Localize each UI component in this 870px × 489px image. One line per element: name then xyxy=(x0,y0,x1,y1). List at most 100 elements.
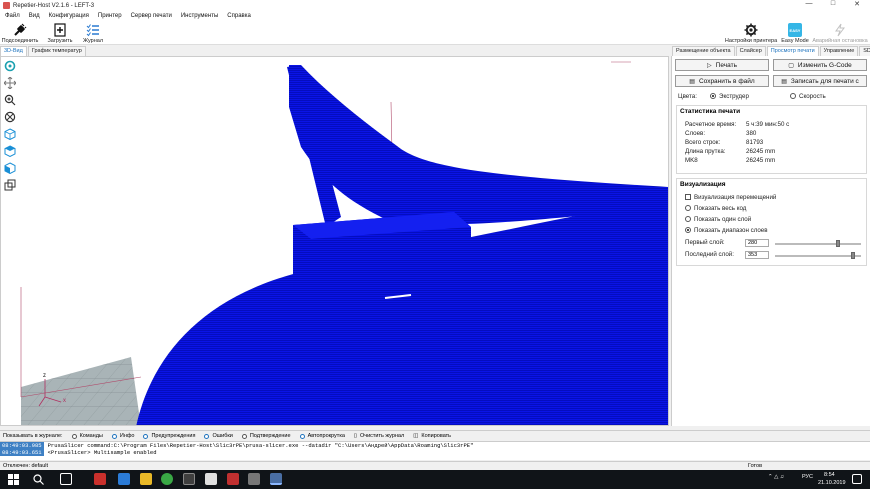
app-icon-5[interactable] xyxy=(248,473,260,485)
checkbox-icon xyxy=(685,194,691,200)
3d-scene[interactable]: z x xyxy=(1,57,669,426)
viz-title: Визуализация xyxy=(680,181,726,188)
first-layer-slider[interactable] xyxy=(775,240,861,247)
chrome-icon[interactable] xyxy=(161,473,173,485)
clear-log-button[interactable]: ▯ Очистить журнал xyxy=(354,433,404,439)
tab-sd-card[interactable]: SD-карта xyxy=(859,46,870,56)
zoom-icon[interactable] xyxy=(3,93,17,107)
windows-start-icon[interactable] xyxy=(8,474,19,485)
color-speed-radio[interactable]: Скорость xyxy=(790,93,826,100)
stats-extruder-value: 26245 mm xyxy=(746,157,776,164)
tab-3d-view[interactable]: 3D-Вид xyxy=(0,46,27,56)
menu-help[interactable]: Справка xyxy=(227,13,251,19)
tab-print-preview[interactable]: Просмотр печати xyxy=(766,46,819,56)
save-sd-button[interactable]: ▤ Записать для печати с xyxy=(773,75,867,87)
taskbar: ⌃ △ ♫ РУС 8:54 21.10.2019 xyxy=(0,470,870,489)
stats-lines-label: Всего строк: xyxy=(685,139,721,146)
stats-layers-label: Слоев: xyxy=(685,130,706,137)
first-layer-input[interactable]: 280 xyxy=(745,239,769,247)
first-layer-slider-thumb[interactable] xyxy=(835,240,840,247)
folder-icon[interactable] xyxy=(140,473,152,485)
log-warnings-toggle[interactable]: Предупреждения xyxy=(143,433,195,439)
log-info-toggle[interactable]: Инфо xyxy=(111,433,134,439)
search-icon[interactable] xyxy=(33,474,44,485)
clock-date[interactable]: 21.10.2019 xyxy=(818,480,846,486)
save-sd-label: Записать для печати с xyxy=(790,77,859,85)
title-bar: Repetier-Host V2.1.6 - LEFT-3 — □ ✕ xyxy=(0,0,870,11)
menu-printer[interactable]: Принтер xyxy=(98,13,122,19)
app-icon-3[interactable] xyxy=(205,473,217,485)
top-view-icon[interactable] xyxy=(3,144,17,158)
tab-object-placement[interactable]: Размещение объекта xyxy=(672,46,735,56)
app-icon-4[interactable] xyxy=(227,473,239,485)
maximize-icon[interactable]: □ xyxy=(822,0,844,7)
parallel-view-icon[interactable] xyxy=(3,178,17,192)
viz-one-label: Показать один слой xyxy=(694,216,752,223)
easy-mode-icon: EASY xyxy=(788,23,802,37)
edit-gcode-button[interactable]: ▢ Изменить G-Code xyxy=(773,59,867,71)
easy-mode-badge: EASY xyxy=(789,27,801,33)
copy-log-button[interactable]: ◫ Копировать xyxy=(413,433,451,439)
viz-one-radio[interactable]: Показать один слой xyxy=(685,216,751,223)
minimize-icon[interactable]: — xyxy=(798,0,820,7)
log-area[interactable]: 08:49:03.985 PrusaSlicer command:C:\Prog… xyxy=(0,441,870,460)
notifications-icon[interactable] xyxy=(852,474,862,484)
move-icon[interactable] xyxy=(3,76,17,90)
app-icon-2[interactable] xyxy=(183,473,195,485)
menu-file[interactable]: Файл xyxy=(5,13,20,19)
menu-view[interactable]: Вид xyxy=(29,13,40,19)
easy-mode-button[interactable]: EASY Easy Mode xyxy=(780,21,810,45)
tray-icons[interactable]: ⌃ △ ♫ xyxy=(768,474,784,480)
menu-tools[interactable]: Инструменты xyxy=(181,13,218,19)
reset-view-icon[interactable] xyxy=(3,59,17,73)
radio-icon xyxy=(710,93,716,99)
play-icon: ▷ xyxy=(707,62,712,69)
last-layer-slider[interactable] xyxy=(775,252,861,259)
first-layer-label: Первый слой: xyxy=(685,239,725,246)
log-commands-label: Команды xyxy=(79,433,103,439)
repetier-taskbar-icon[interactable] xyxy=(270,473,282,485)
printer-settings-button[interactable]: Настройки принтера xyxy=(725,21,777,45)
tab-slicer[interactable]: Слайсер xyxy=(735,46,766,56)
toolbar: Подсоединить Загрузить Журнал Настройки … xyxy=(0,21,870,45)
log-autoscroll-toggle[interactable]: Автопрокрутка xyxy=(299,433,345,439)
tab-temperature-graph[interactable]: График температур xyxy=(27,46,86,56)
emergency-stop-button[interactable]: Аварийная остановка xyxy=(812,21,868,45)
3d-viewport[interactable]: z x xyxy=(0,56,669,426)
close-icon[interactable]: ✕ xyxy=(846,0,868,8)
axis-z-label: z xyxy=(43,373,46,379)
last-layer-input[interactable]: 353 xyxy=(745,251,769,259)
menu-print-server[interactable]: Сервер печати xyxy=(131,13,172,19)
log-commands-toggle[interactable]: Команды xyxy=(71,433,103,439)
menu-config[interactable]: Конфигурация xyxy=(49,13,89,19)
viz-all-label: Показать весь код xyxy=(694,205,747,212)
tab-control[interactable]: Управление xyxy=(819,46,859,56)
side-view-icon[interactable] xyxy=(3,161,17,175)
gear-icon xyxy=(744,23,758,37)
log-errors-toggle[interactable]: Ошибки xyxy=(204,433,233,439)
last-layer-slider-thumb[interactable] xyxy=(851,252,856,259)
front-view-icon[interactable] xyxy=(3,127,17,141)
load-button[interactable]: Загрузить xyxy=(46,21,74,45)
store-icon[interactable] xyxy=(118,473,130,485)
app-taskbar-icon[interactable] xyxy=(94,473,106,485)
rotate-icon[interactable] xyxy=(3,110,17,124)
connect-button[interactable]: Подсоединить xyxy=(2,21,38,45)
log-timestamp: 08:49:03.651 xyxy=(0,449,44,456)
color-extruder-radio[interactable]: Экструдер xyxy=(710,93,749,100)
radio-icon xyxy=(71,433,77,439)
log-button[interactable]: Журнал xyxy=(80,21,106,45)
viz-moves-checkbox[interactable]: Визуализация перемещений xyxy=(685,194,776,201)
window-title: Repetier-Host V2.1.6 - LEFT-3 xyxy=(13,2,95,9)
task-view-icon[interactable] xyxy=(60,473,72,485)
save-file-button[interactable]: ▤ Сохранить в файл xyxy=(675,75,769,87)
viz-all-radio[interactable]: Показать весь код xyxy=(685,205,746,212)
stats-layers-value: 380 xyxy=(746,130,757,137)
viz-range-radio[interactable]: Показать диапазон слоев xyxy=(685,227,768,234)
stats-extruder-label: MK8 xyxy=(685,157,698,164)
language-indicator[interactable]: РУС xyxy=(802,474,813,480)
log-confirmations-toggle[interactable]: Подтверждение xyxy=(241,433,291,439)
clear-log-label: Очистить журнал xyxy=(359,433,405,439)
clock-time[interactable]: 8:54 xyxy=(824,472,835,478)
print-button[interactable]: ▷ Печать xyxy=(675,59,769,71)
